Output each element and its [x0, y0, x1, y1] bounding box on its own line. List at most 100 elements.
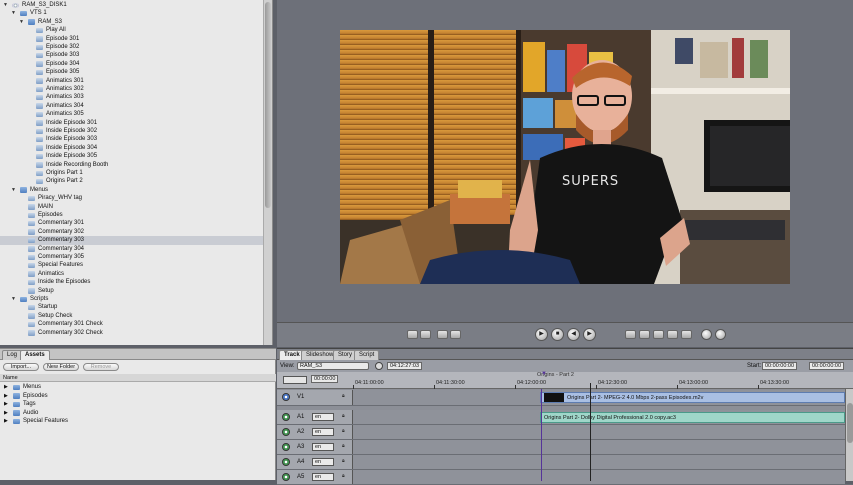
- outline-item[interactable]: ▼ VTS 1: [0, 9, 263, 17]
- disclosure-triangle-icon[interactable]: ▼: [19, 18, 24, 26]
- outline-item[interactable]: Commentary 305: [0, 253, 263, 261]
- video-clip[interactable]: Origins Part 2- MPEG-2 4.0 Mbps 2-pass E…: [540, 392, 845, 403]
- outline-item[interactable]: Inside Episode 305: [0, 152, 263, 160]
- view-mode-button-3[interactable]: [437, 330, 448, 339]
- outline-item[interactable]: Episodes: [0, 211, 263, 219]
- lock-icon[interactable]: 🔒︎: [342, 393, 345, 399]
- track-lane[interactable]: [353, 440, 845, 454]
- outline-item[interactable]: Commentary 304: [0, 245, 263, 253]
- track-language-select[interactable]: en: [312, 428, 334, 436]
- remove-button[interactable]: Remove: [83, 363, 119, 371]
- outline-item[interactable]: Special Features: [0, 261, 263, 269]
- track-target-radio[interactable]: [282, 428, 290, 436]
- track-language-select[interactable]: en: [312, 443, 334, 451]
- lock-icon[interactable]: 🔒︎: [342, 473, 345, 479]
- tab-log[interactable]: Log: [2, 350, 23, 360]
- outline-item[interactable]: Startup: [0, 303, 263, 311]
- outline-item[interactable]: Origins Part 1: [0, 169, 263, 177]
- viewer-size-button-2[interactable]: [667, 330, 678, 339]
- timeline-ruler[interactable]: 00:00:00 04:11:00:00 04:11:30:00 04:12:00:…: [277, 371, 853, 389]
- outline-item[interactable]: Inside Episode 302: [0, 127, 263, 135]
- outline-item[interactable]: Piracy_WHV tag: [0, 194, 263, 202]
- lock-icon[interactable]: 🔒︎: [342, 458, 345, 464]
- outline-item[interactable]: Inside Episode 301: [0, 119, 263, 127]
- current-timecode-field[interactable]: 04:12:27:03: [387, 362, 423, 370]
- stop-icon[interactable]: ■: [551, 328, 564, 341]
- end-timecode-field[interactable]: 00:00:00:00: [809, 362, 845, 370]
- zoom-timecode[interactable]: 00:00:00: [311, 375, 339, 383]
- track-scrollbar[interactable]: [845, 389, 853, 481]
- outline-item[interactable]: ▼ RAM_S3: [0, 18, 263, 26]
- import-button[interactable]: Import...: [3, 363, 39, 371]
- outline-item[interactable]: Animatics 303: [0, 93, 263, 101]
- assets-name-column-header[interactable]: Name: [0, 374, 276, 382]
- track-lane[interactable]: [353, 455, 845, 469]
- asset-folder-item[interactable]: ▶ Audio: [0, 409, 276, 418]
- disclosure-triangle-icon[interactable]: ▼: [11, 186, 16, 194]
- audio-clip[interactable]: Origins Part 2- Dolby Digital Profession…: [540, 412, 845, 423]
- track-target-radio[interactable]: [282, 393, 290, 401]
- asset-folder-item[interactable]: ▶ Menus: [0, 383, 276, 392]
- asset-folder-item[interactable]: ▶ Tags: [0, 400, 276, 409]
- lock-icon[interactable]: 🔒︎: [342, 413, 345, 419]
- outline-item[interactable]: ▼ Scripts: [0, 295, 263, 303]
- asset-folder-item[interactable]: ▶ Special Features: [0, 417, 276, 426]
- view-mode-button-4[interactable]: [450, 330, 461, 339]
- track-target-radio[interactable]: [282, 443, 290, 451]
- outline-scroll-thumb[interactable]: [265, 2, 271, 208]
- step-forward-icon[interactable]: ▶: [583, 328, 596, 341]
- outline-item[interactable]: Inside Episode 303: [0, 135, 263, 143]
- disclosure-triangle-icon[interactable]: ▼: [11, 295, 16, 303]
- outline-item[interactable]: Commentary 301 Check: [0, 320, 263, 328]
- disclosure-triangle-icon[interactable]: ▼: [3, 1, 8, 9]
- outline-item[interactable]: Commentary 301: [0, 219, 263, 227]
- outline-item[interactable]: ▼ RAM_S3_DISK1: [0, 1, 263, 9]
- disclosure-triangle-icon[interactable]: ▼: [11, 9, 16, 17]
- zoom-buttons[interactable]: [283, 376, 307, 384]
- outline-item[interactable]: Play All: [0, 26, 263, 34]
- new-folder-button[interactable]: New Folder: [43, 363, 79, 371]
- outline-item[interactable]: Animatics 302: [0, 85, 263, 93]
- step-back-icon[interactable]: ◀: [567, 328, 580, 341]
- lock-icon[interactable]: 🔒︎: [342, 428, 345, 434]
- tab-script[interactable]: Script: [354, 350, 380, 360]
- outline-item[interactable]: Episode 303: [0, 51, 263, 59]
- track-lane[interactable]: [353, 425, 845, 439]
- outline-item[interactable]: Inside Episode 304: [0, 144, 263, 152]
- outline-item[interactable]: Inside the Episodes: [0, 278, 263, 286]
- outline-item[interactable]: Animatics 305: [0, 110, 263, 118]
- title-safe-button[interactable]: [639, 330, 650, 339]
- outline-item[interactable]: Episode 301: [0, 35, 263, 43]
- outline-item[interactable]: MAIN: [0, 203, 263, 211]
- start-timecode-field[interactable]: 00:00:00:00: [762, 362, 798, 370]
- tab-assets[interactable]: Assets: [20, 350, 50, 360]
- viewer-size-button-3[interactable]: [681, 330, 692, 339]
- outline-item[interactable]: Animatics 304: [0, 102, 263, 110]
- outline-item[interactable]: Animatics 301: [0, 77, 263, 85]
- view-mode-button-1[interactable]: [407, 330, 418, 339]
- disclosure-triangle-icon[interactable]: ▶: [4, 417, 8, 426]
- subtitle-button[interactable]: [715, 329, 726, 340]
- asset-folder-item[interactable]: ▶ Episodes: [0, 392, 276, 401]
- disclosure-triangle-icon[interactable]: ▶: [4, 383, 8, 392]
- track-target-radio[interactable]: [282, 413, 290, 421]
- outline-scrollbar[interactable]: [263, 0, 272, 345]
- angle-button[interactable]: [701, 329, 712, 340]
- disclosure-triangle-icon[interactable]: ▶: [4, 392, 8, 401]
- outline-item[interactable]: ▼ Menus: [0, 186, 263, 194]
- track-language-select[interactable]: en: [312, 458, 334, 466]
- outline-item[interactable]: Commentary 302: [0, 228, 263, 236]
- outline-item[interactable]: Inside Recording Booth: [0, 161, 263, 169]
- playhead[interactable]: [590, 383, 591, 481]
- viewer-size-button-1[interactable]: [653, 330, 664, 339]
- outline-item[interactable]: Episode 302: [0, 43, 263, 51]
- track-lane[interactable]: Origins Part 2- Dolby Digital Profession…: [353, 410, 845, 424]
- track-lane[interactable]: Origins Part 2- MPEG-2 4.0 Mbps 2-pass E…: [353, 390, 845, 405]
- outline-item[interactable]: Episode 304: [0, 60, 263, 68]
- outline-item[interactable]: Setup Check: [0, 312, 263, 320]
- outline-item[interactable]: Animatics: [0, 270, 263, 278]
- track-target-radio[interactable]: [282, 458, 290, 466]
- outline-item[interactable]: Commentary 303: [0, 236, 263, 245]
- outline-item[interactable]: Setup: [0, 287, 263, 295]
- play-icon[interactable]: ▶: [535, 328, 548, 341]
